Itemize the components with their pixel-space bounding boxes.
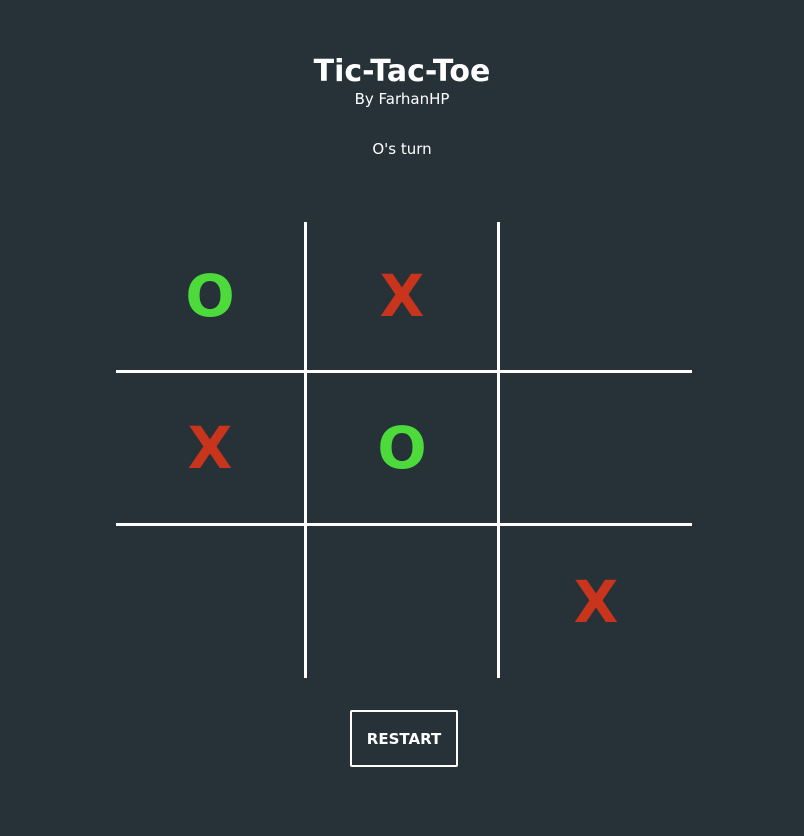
restart-button[interactable]: RESTART xyxy=(350,710,458,767)
board-cell-9[interactable]: X xyxy=(500,526,692,678)
board-cell-7[interactable] xyxy=(116,526,307,678)
board-cell-8[interactable] xyxy=(307,526,500,678)
board-cell-2[interactable]: X xyxy=(307,222,500,373)
turn-status: O's turn xyxy=(372,140,432,158)
board-cell-6[interactable] xyxy=(500,373,692,526)
page-title: Tic-Tac-Toe xyxy=(313,54,491,89)
board-cell-1[interactable]: O xyxy=(116,222,307,373)
header: Tic-Tac-Toe By FarhanHP xyxy=(0,54,804,108)
board-cell-4[interactable]: X xyxy=(116,373,307,526)
board-cell-5[interactable]: O xyxy=(307,373,500,526)
author-subtitle: By FarhanHP xyxy=(354,90,450,108)
board-cell-3[interactable] xyxy=(500,222,692,373)
game-board: O X X O X xyxy=(116,222,692,678)
